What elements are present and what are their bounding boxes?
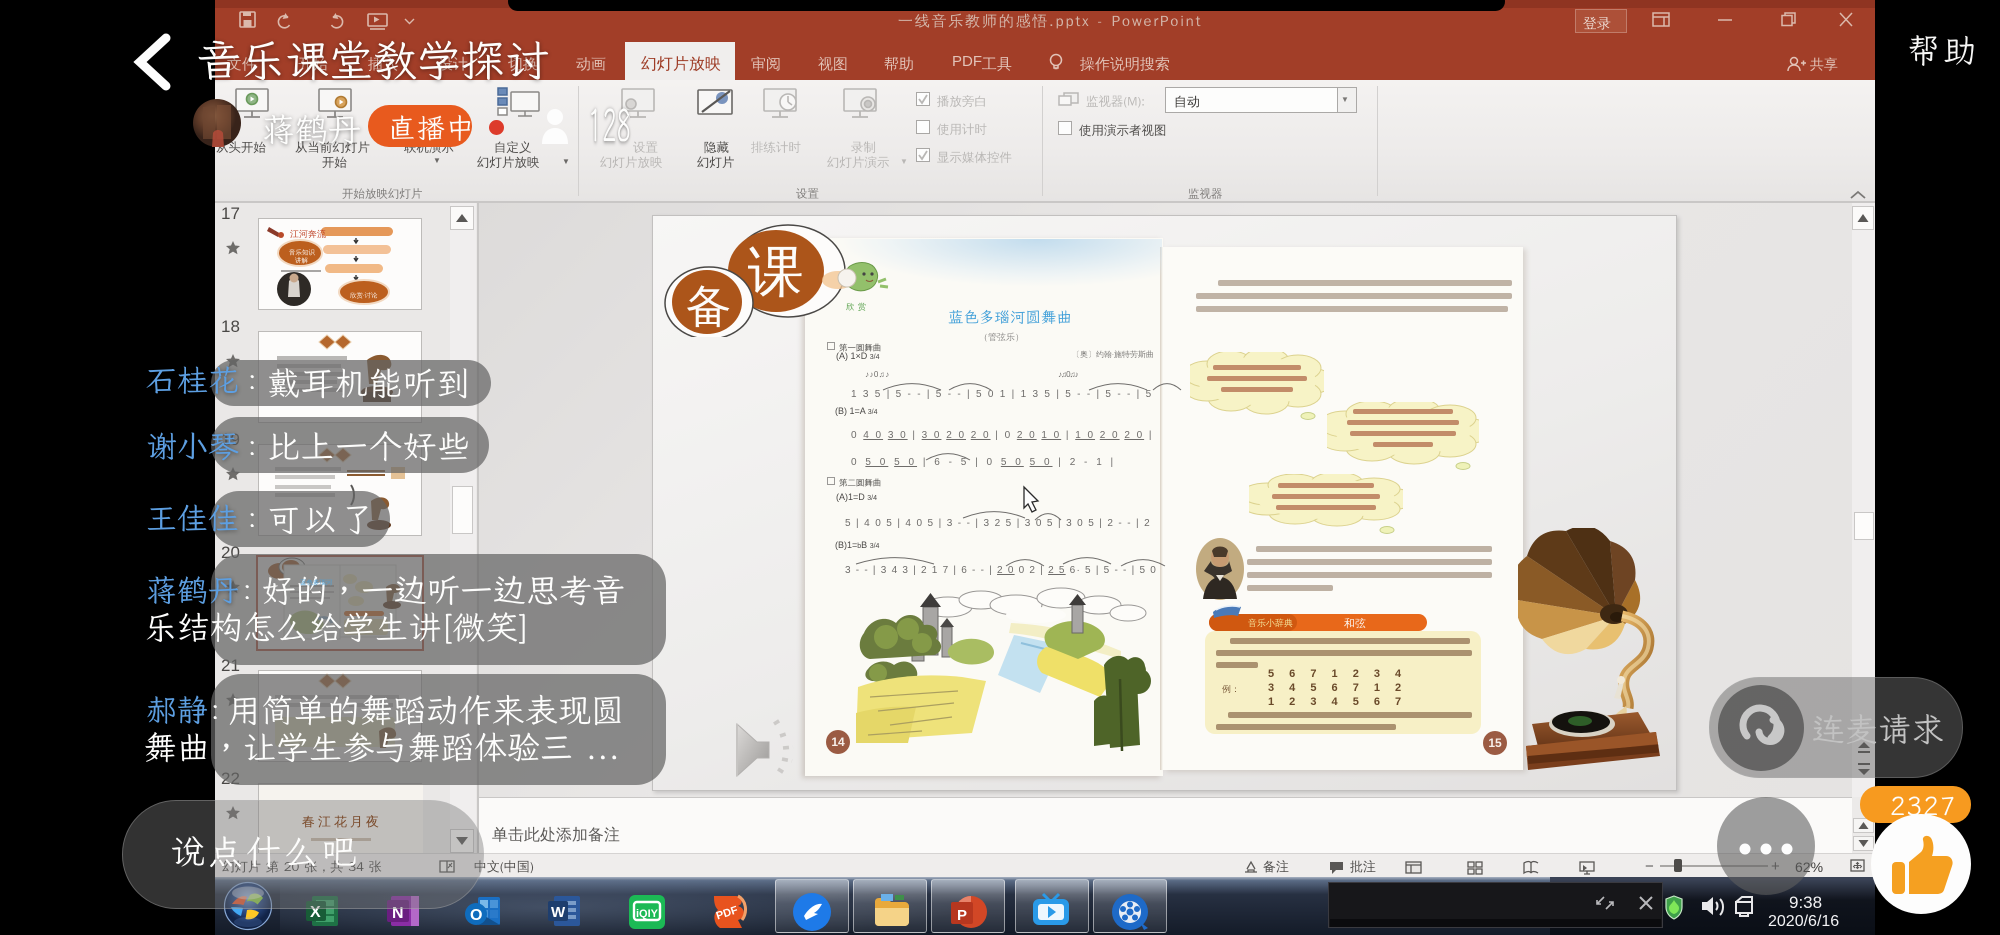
svg-text:W: W bbox=[551, 904, 566, 921]
svg-text:iQIY: iQIY bbox=[636, 908, 659, 920]
svg-text:P: P bbox=[957, 907, 967, 924]
svg-text:O: O bbox=[470, 907, 482, 924]
